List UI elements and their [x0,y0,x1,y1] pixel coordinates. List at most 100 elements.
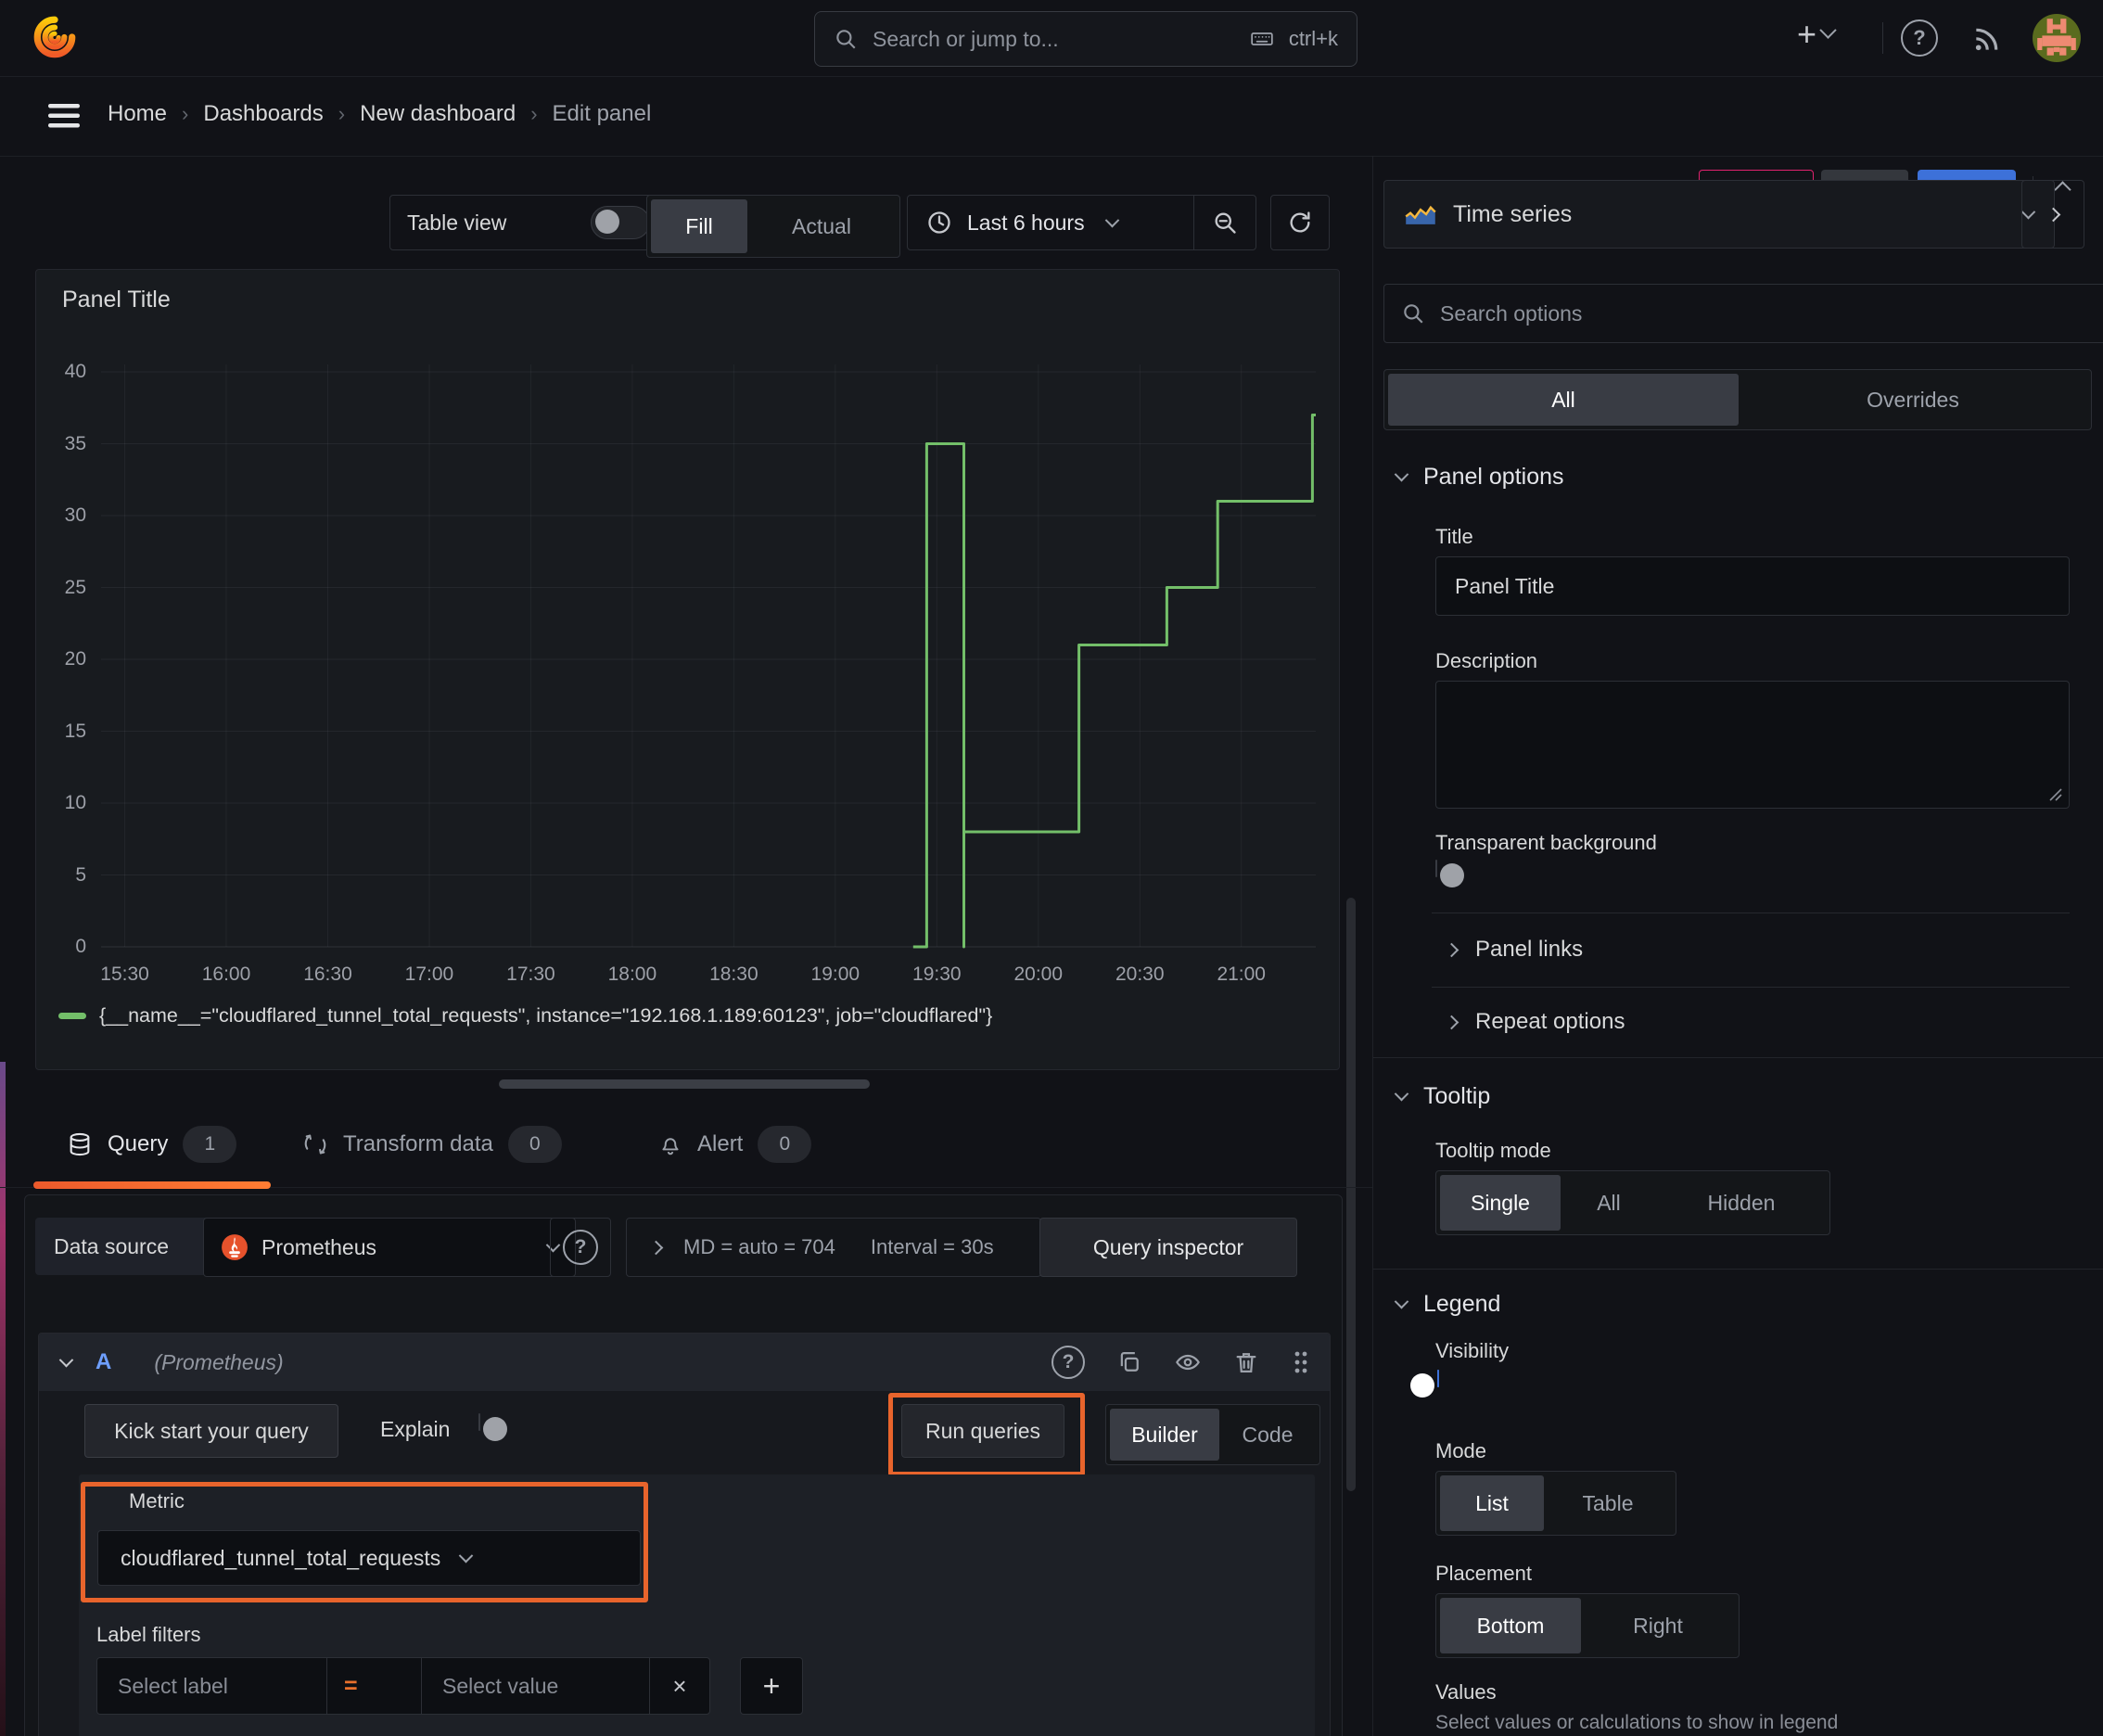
options-search-input[interactable] [1438,300,2100,327]
panel-resize-handle[interactable] [499,1079,870,1089]
menu-toggle[interactable] [48,104,80,128]
breadcrumb-dashboards[interactable]: Dashboards [203,101,323,127]
placement-right-option[interactable]: Right [1581,1598,1735,1653]
metric-select[interactable]: cloudflared_tunnel_total_requests [97,1530,641,1586]
datasource-help-button[interactable]: ? [550,1218,611,1277]
query-row: A (Prometheus) ? Kick start your query E… [38,1333,1331,1736]
legend-section[interactable]: Legend [1394,1291,1500,1318]
avatar[interactable] [2033,14,2081,62]
tab-all[interactable]: All [1388,374,1739,426]
tab-query-label: Query [108,1131,169,1156]
new-menu-button[interactable]: + [1797,15,1837,53]
query-options-row: MD = auto = 704 Interval = 30s [626,1218,1041,1277]
x-tick-label: 16:30 [303,964,352,985]
tooltip-hidden-option[interactable]: Hidden [1657,1175,1826,1231]
options-search[interactable] [1383,284,2103,343]
duplicate-icon[interactable] [1116,1349,1142,1375]
query-row-header[interactable]: A (Prometheus) ? [39,1334,1330,1391]
builder-code-switch: Builder Code [1105,1404,1320,1465]
question-icon: ? [1901,19,1938,57]
visibility-label: Visibility [1435,1339,1510,1362]
tooltip-all-option[interactable]: All [1561,1175,1657,1231]
eye-icon[interactable] [1174,1349,1202,1375]
plus-icon: + [1797,15,1817,53]
panel-options-section[interactable]: Panel options [1394,464,1564,491]
query-inspector-button[interactable]: Query inspector [1039,1218,1297,1277]
zoom-out-button[interactable] [1193,196,1255,249]
transparent-bg-toggle[interactable] [1435,860,1464,887]
database-icon [70,1132,90,1156]
search-input[interactable] [871,25,1235,53]
breadcrumb-separator: › [182,102,189,125]
grafana-logo[interactable] [32,13,78,63]
tooltip-heading: Tooltip [1423,1083,1491,1109]
explain-toggle[interactable] [478,1413,507,1441]
news-button[interactable] [1968,18,2008,58]
description-textarea[interactable] [1435,681,2070,809]
code-option[interactable]: Code [1219,1409,1316,1461]
chevron-right-icon [1444,942,1459,957]
tooltip-single-option[interactable]: Single [1440,1175,1561,1231]
tooltip-section[interactable]: Tooltip [1394,1083,1491,1110]
legend-item[interactable]: {__name__="cloudflared_tunnel_total_requ… [58,1004,992,1028]
tab-overrides[interactable]: Overrides [1739,374,2087,426]
expand-options-chevron[interactable] [648,1240,664,1255]
toggle-options-pane-button[interactable] [2021,180,2084,249]
remove-filter-button[interactable]: × [649,1657,710,1715]
legend-visibility-toggle[interactable] [1410,1370,1439,1398]
repeat-options-section[interactable]: Repeat options [1444,1009,1625,1035]
legend-list-option[interactable]: List [1440,1475,1544,1531]
panel-title-input[interactable] [1435,556,2070,616]
panel-links-section[interactable]: Panel links [1444,937,1583,963]
breadcrumb: Home › Dashboards › New dashboard › Edit… [108,101,651,127]
help-button[interactable]: ? [1899,18,1940,58]
time-range-control: Last 6 hours [907,195,1256,250]
x-tick-label: 17:00 [404,964,454,985]
drag-handle-icon[interactable] [1291,1348,1311,1376]
sidebar-divider [1372,156,1373,1736]
time-range-button[interactable]: Last 6 hours [908,210,1193,236]
trash-icon[interactable] [1233,1349,1259,1375]
legend-mode-label: Mode [1435,1439,1487,1462]
tab-query[interactable]: Query 1 [67,1126,237,1163]
legend-table-option[interactable]: Table [1544,1475,1672,1531]
datasource-picker[interactable]: Prometheus [203,1218,576,1277]
add-filter-button[interactable]: + [740,1657,803,1715]
search-shortcut: ctrl+k [1288,27,1338,50]
tab-alert[interactable]: Alert 0 [658,1126,812,1163]
x-tick-label: 17:30 [506,964,555,985]
kickstart-query-button[interactable]: Kick start your query [84,1404,338,1458]
values-label: Values [1435,1680,1497,1704]
resize-handle-icon[interactable] [2046,785,2063,802]
tab-transform-label: Transform data [343,1131,493,1156]
y-tick-label: 15 [64,720,86,742]
builder-option[interactable]: Builder [1110,1409,1219,1461]
tab-alert-count: 0 [758,1126,812,1163]
run-queries-button[interactable]: Run queries [901,1404,1064,1458]
x-tick-label: 20:00 [1013,964,1064,985]
collapse-query-chevron[interactable] [58,1352,74,1367]
interval-value: Interval = 30s [870,1235,994,1258]
keyboard-icon [1248,27,1276,51]
actual-option[interactable]: Actual [747,199,896,253]
options-scope-tabs: All Overrides [1383,369,2092,430]
chevron-down-icon [1104,212,1119,227]
breadcrumb-home[interactable]: Home [108,101,167,127]
refresh-button[interactable] [1270,195,1330,250]
breadcrumb-new-dashboard[interactable]: New dashboard [360,101,516,127]
table-view-toggle[interactable] [591,206,650,239]
scrollbar-thumb[interactable] [1346,898,1356,1491]
x-tick-label: 19:00 [810,964,860,985]
time-series-chart[interactable] [101,359,1316,952]
fill-option[interactable]: Fill [651,199,747,253]
top-nav: ctrl+k + ? [0,0,2103,77]
placement-bottom-option[interactable]: Bottom [1440,1598,1581,1653]
tab-transform[interactable]: Transform data 0 [302,1126,562,1163]
search-icon [834,27,858,51]
tab-alert-label: Alert [697,1131,744,1156]
fill-actual-switch: Fill Actual [646,195,900,258]
global-search[interactable]: ctrl+k [814,11,1357,67]
query-help-icon[interactable]: ? [1052,1346,1085,1379]
visualization-picker[interactable]: Time series [1383,180,2055,249]
x-axis-labels: 15:30 16:00 16:30 17:00 17:30 18:00 18:30 19:00… [100,964,1316,991]
